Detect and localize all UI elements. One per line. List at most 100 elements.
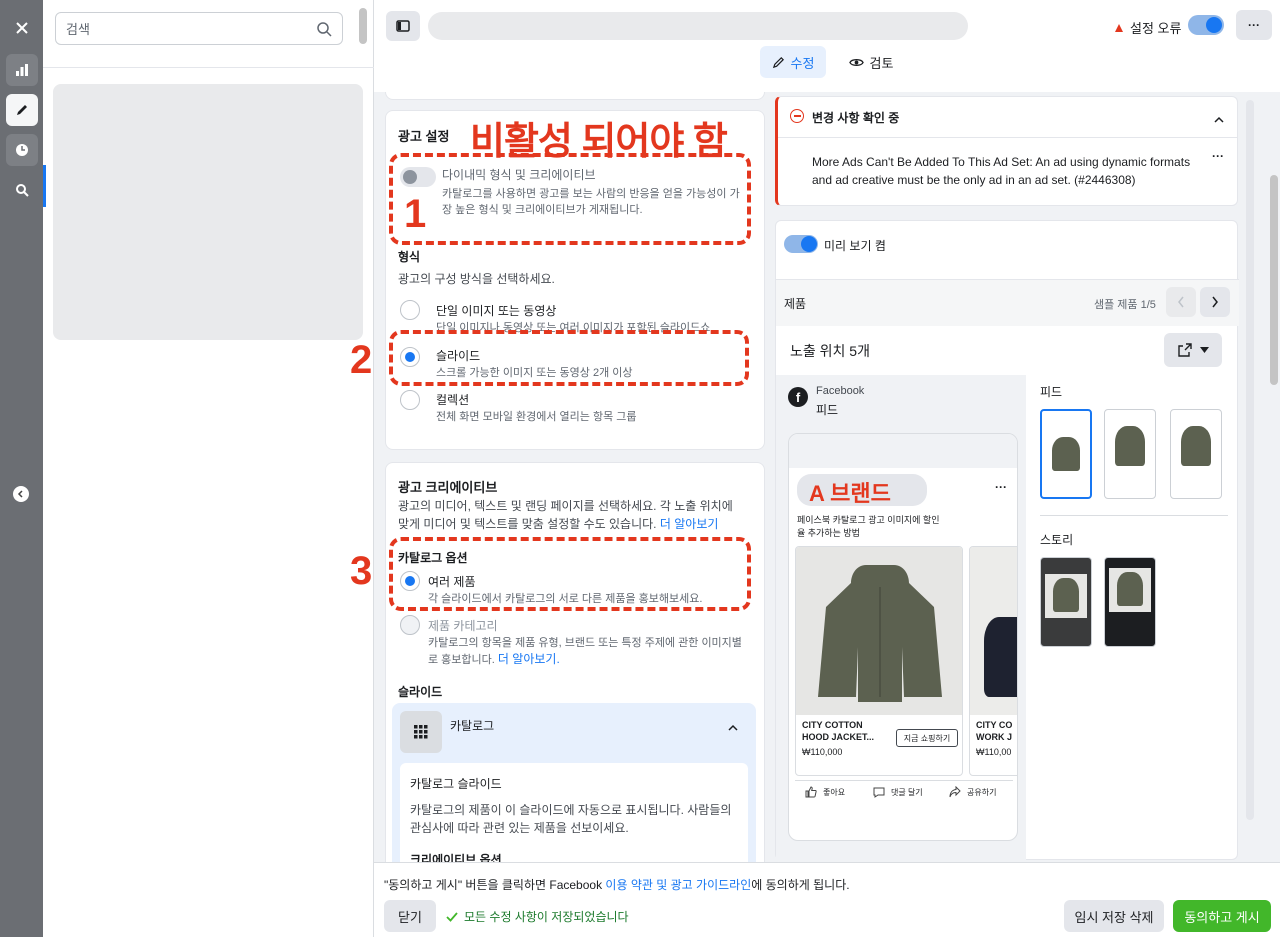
more-icon[interactable]: ··· — [1212, 149, 1224, 163]
blocked-icon — [790, 109, 804, 123]
preview-card: 미리 보기 켬 제품 샘플 제품 1/5 노출 위치 5개 f Facebook… — [775, 220, 1239, 862]
facebook-icon: f — [788, 387, 808, 407]
shop-now-button[interactable]: 지금 쇼핑하기 — [896, 729, 958, 747]
product-price: ₩110,00 — [976, 747, 1012, 757]
clock-icon[interactable] — [6, 134, 38, 166]
comment-icon — [873, 787, 885, 798]
setting-error-status[interactable]: 설정 오류 — [1114, 18, 1181, 37]
placement-label: 피드 — [816, 403, 839, 417]
platform-label: Facebook — [816, 385, 865, 397]
feed-thumbnail[interactable] — [1170, 409, 1222, 499]
share-icon — [949, 786, 961, 798]
product-category-radio[interactable] — [400, 615, 420, 635]
like-action[interactable]: 좋아요 — [805, 786, 845, 798]
story-thumbnail[interactable] — [1104, 557, 1156, 647]
sidebar-toggle-icon[interactable] — [386, 11, 420, 41]
collapse-icon[interactable] — [13, 486, 29, 502]
ad-name-field[interactable] — [428, 12, 968, 40]
catalog-label: 카탈로그 — [450, 719, 495, 733]
next-icon[interactable] — [1200, 287, 1230, 317]
external-open-button[interactable] — [1164, 333, 1222, 367]
warning-icon — [1115, 23, 1123, 32]
brand-annotation: A 브랜드 — [809, 481, 891, 506]
active-toggle[interactable] — [1188, 15, 1224, 35]
collection-radio[interactable] — [400, 390, 420, 410]
more-icon[interactable]: ··· — [1236, 10, 1272, 40]
option-label: 컬렉션 — [436, 393, 470, 407]
check-icon — [446, 911, 458, 922]
error-alert: 변경 사항 확인 중 More Ads Can't Be Added To Th… — [775, 96, 1238, 206]
placeholder-block — [53, 84, 363, 340]
format-desc: 광고의 구성 방식을 선택하세요. — [398, 272, 555, 286]
phone-mockup: A 브랜드 ··· 페이스북 카탈로그 광고 이미지에 할인율 추가하는 방법 … — [788, 433, 1018, 841]
terms-text: "동의하고 게시" 버튼을 클릭하면 Facebook 이용 약관 및 광고 가… — [384, 878, 850, 892]
learn-more-link[interactable]: 더 알아보기. — [498, 652, 560, 666]
section-title: 광고 설정 — [398, 129, 450, 144]
close-icon[interactable] — [6, 12, 38, 44]
placements-title: 노출 위치 5개 — [790, 343, 870, 359]
annotation-box-2 — [389, 330, 749, 386]
annotation-number-2: 2 — [350, 338, 373, 382]
left-rail — [0, 0, 43, 937]
eye-icon — [848, 58, 864, 66]
catalog-slide-panel: 카탈로그 카탈로그 슬라이드 카탈로그의 제품이 이 슬라이드에 자동으로 표시… — [392, 703, 756, 862]
caret-down-icon — [1199, 347, 1209, 353]
share-action[interactable]: 공유하기 — [949, 786, 996, 798]
pencil-icon[interactable] — [6, 94, 38, 126]
preview-toggle-label: 미리 보기 켬 — [824, 239, 886, 253]
footer: "동의하고 게시" 버튼을 클릭하면 Facebook 이용 약관 및 광고 가… — [374, 862, 1280, 937]
search-analytics-icon[interactable] — [6, 174, 38, 206]
close-button[interactable]: 닫기 — [384, 900, 436, 932]
catalog-slide-title: 카탈로그 슬라이드 — [410, 777, 502, 791]
carousel-card[interactable]: CITY COTTON HOOD JACKET... ₩110,000 지금 쇼… — [795, 546, 963, 776]
creative-options-title: 크리에이티브 옵션 — [410, 853, 502, 862]
preview-scroll-track[interactable] — [1246, 100, 1254, 820]
saved-status: 모든 수정 사항이 저장되었습니다 — [446, 908, 629, 925]
terms-link[interactable]: 이용 약관 및 광고 가이드라인 — [605, 878, 751, 892]
tab-edit[interactable]: 수정 — [760, 46, 826, 78]
product-name: CITY COTTON HOOD JACKET... — [802, 720, 875, 742]
tab-review[interactable]: 검토 — [838, 46, 904, 78]
prev-icon[interactable] — [1166, 287, 1196, 317]
slides-title: 슬라이드 — [398, 685, 443, 699]
feed-thumbnail[interactable] — [1040, 409, 1092, 499]
option-label: 제품 카테고리 — [428, 619, 498, 633]
product-label: 제품 — [784, 297, 807, 311]
sample-counter: 샘플 제품 1/5 — [1094, 299, 1156, 311]
feed-thumbnail[interactable] — [1104, 409, 1156, 499]
product-image — [796, 547, 962, 715]
comment-action[interactable]: 댓글 달기 — [873, 786, 923, 798]
option-desc: 전체 화면 모바일 환경에서 열리는 항목 그룹 — [436, 411, 637, 423]
learn-more-link[interactable]: 더 알아보기 — [660, 517, 719, 531]
annotation-box-3 — [389, 537, 751, 611]
search-input[interactable]: 검색 — [55, 12, 343, 45]
delete-draft-button[interactable]: 임시 저장 삭제 — [1064, 900, 1164, 932]
story-section-label: 스토리 — [1040, 533, 1074, 547]
ad-creative-card: 광고 크리에이티브 광고의 미디어, 텍스트 및 랜딩 페이지를 선택하세요. … — [385, 462, 765, 862]
annotation-number-3: 3 — [350, 549, 373, 593]
option-label: 단일 이미지 또는 동영상 — [436, 304, 557, 318]
publish-button[interactable]: 동의하고 게시 — [1173, 900, 1271, 932]
scrollbar[interactable] — [1270, 175, 1278, 385]
catalog-slide-desc: 카탈로그의 제품이 이 슬라이드에 자동으로 표시됩니다. 사람들의 관심사에 … — [410, 803, 732, 835]
annotation-number-1: 1 — [404, 192, 427, 236]
ad-primary-text: 페이스북 카탈로그 광고 이미지에 할인율 추가하는 방법 — [797, 515, 940, 538]
feed-preview-area: f Facebook 피드 A 브랜드 ··· 페이스북 카탈로그 광고 이미지… — [776, 375, 1026, 862]
campaign-tree-panel: 검색 — [43, 0, 374, 937]
chart-icon[interactable] — [6, 54, 38, 86]
preview-panel: 변경 사항 확인 중 More Ads Can't Be Added To Th… — [775, 92, 1240, 862]
carousel-card[interactable]: CITY CO WORK J ₩110,00 — [969, 546, 1017, 776]
story-thumbnail[interactable] — [1040, 557, 1092, 647]
alert-title: 변경 사항 확인 중 — [812, 111, 900, 125]
creative-desc: 광고의 미디어, 텍스트 및 랜딩 페이지를 선택하세요. 각 노출 위치에 맞… — [398, 499, 733, 531]
preview-toggle[interactable] — [784, 235, 818, 253]
like-icon — [805, 786, 817, 798]
grid-icon — [400, 711, 442, 753]
chevron-up-icon[interactable] — [728, 721, 738, 735]
chevron-up-icon[interactable] — [1214, 113, 1224, 127]
single-image-radio[interactable] — [400, 300, 420, 320]
more-icon[interactable]: ··· — [995, 480, 1007, 494]
format-title: 형식 — [398, 250, 421, 264]
scrollbar[interactable] — [359, 8, 367, 44]
open-external-icon — [1177, 343, 1192, 357]
